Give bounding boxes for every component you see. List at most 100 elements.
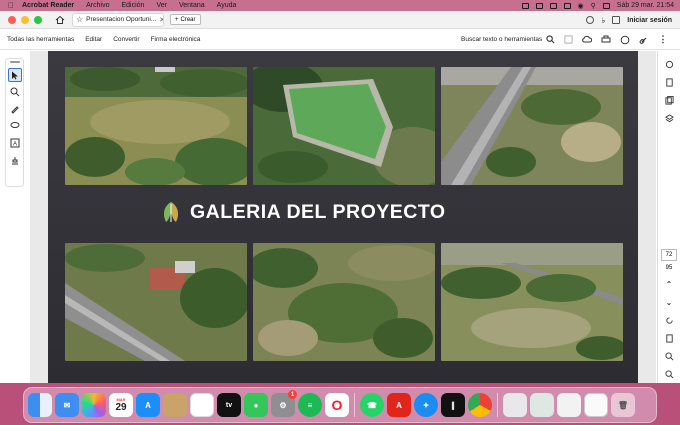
reminders-icon[interactable] (190, 393, 214, 417)
more-icon[interactable]: ⋮ (658, 34, 668, 45)
zoom-tool-icon[interactable] (8, 85, 22, 99)
rotate-icon[interactable] (664, 315, 674, 325)
mail-icon[interactable]: ✉ (55, 393, 79, 417)
calendar-icon[interactable]: MAR 29 (109, 393, 133, 417)
layers-icon[interactable] (664, 113, 674, 123)
panel-grip[interactable] (9, 61, 20, 63)
svg-text:A: A (13, 142, 17, 148)
pages-icon[interactable] (664, 95, 674, 105)
status-icon[interactable] (521, 2, 529, 9)
calendar-day: 29 (115, 402, 127, 413)
chrome-icon[interactable] (468, 393, 492, 417)
battery-icon[interactable] (563, 2, 571, 9)
page-export-icon[interactable] (664, 333, 674, 343)
tab-bar-right: ♭ Iniciar sesión (586, 11, 672, 29)
search-tools-label: Buscar texto o herramientas (461, 36, 543, 43)
home-icon[interactable] (54, 14, 66, 26)
comment-icon[interactable] (664, 59, 674, 69)
settings-icon[interactable]: ⚙ 1 (271, 390, 297, 417)
clock[interactable]: Sáb 29 mar. 21:54 (617, 2, 674, 9)
upload-cloud-icon[interactable] (582, 35, 592, 45)
recent-window-icon[interactable] (530, 393, 554, 417)
esign-button[interactable]: Firma electrónica (151, 36, 201, 43)
recent-window-icon[interactable] (584, 393, 608, 417)
menu-ver[interactable]: Ver (156, 2, 167, 9)
close-window-button[interactable] (8, 15, 16, 24)
link-icon[interactable] (639, 35, 649, 45)
recent-window-icon[interactable] (557, 393, 581, 417)
acrobat-window: ☆ Presentacion Oportuni... ✕ + Crear ♭ I… (0, 11, 680, 383)
select-tool-icon[interactable] (7, 68, 22, 82)
create-label: Crear (180, 16, 196, 23)
chevron-up-icon[interactable]: ⌃ (664, 279, 674, 289)
recent-window-icon[interactable] (503, 393, 527, 417)
search-tools[interactable]: Buscar texto o herramientas (461, 29, 555, 50)
save-icon[interactable] (563, 35, 573, 45)
window-controls (8, 15, 42, 24)
help-icon[interactable] (586, 16, 595, 24)
menu-edicion[interactable]: Edición (121, 2, 144, 9)
gallery-photo (441, 243, 623, 361)
dock-separator (354, 393, 355, 417)
gallery-photo (441, 67, 623, 185)
pen-tool-icon[interactable] (8, 102, 22, 116)
text-tool-icon[interactable]: A (8, 136, 22, 150)
close-icon[interactable]: ✕ (159, 16, 163, 24)
apple-tv-icon[interactable]: tv (217, 393, 241, 417)
finder-icon[interactable] (28, 393, 52, 417)
tab-document[interactable]: ☆ Presentacion Oportuni... ✕ (72, 12, 164, 27)
plus-icon: + (175, 16, 179, 23)
gallery-photo (65, 67, 247, 185)
print-icon[interactable] (601, 35, 611, 45)
menu-ayuda[interactable]: Ayuda (217, 2, 237, 9)
create-button[interactable]: + Crear (170, 14, 201, 25)
minimize-window-button[interactable] (21, 15, 29, 24)
apple-icon[interactable]:  (0, 1, 22, 10)
zoom-window-button[interactable] (34, 15, 42, 24)
star-icon[interactable]: ☆ (76, 15, 83, 24)
photos-icon[interactable] (82, 393, 106, 417)
acrobat-icon[interactable]: A (387, 393, 411, 417)
all-tools-button[interactable]: Todas las herramientas (7, 36, 74, 43)
toolbar: Todas las herramientas Editar Convertir … (0, 29, 680, 50)
notification-badge: 1 (288, 390, 297, 399)
opera-icon[interactable]: O (325, 393, 349, 417)
zoom-out-icon[interactable] (664, 369, 674, 379)
search-icon[interactable] (546, 35, 555, 44)
bookmark-icon[interactable] (664, 77, 674, 87)
notes-icon[interactable] (163, 393, 187, 417)
document-viewer[interactable]: GALERIA DEL PROYECTO (30, 51, 656, 383)
sign-in-button[interactable]: Iniciar sesión (627, 17, 672, 24)
toolbar-icons: ⋮ (563, 29, 668, 50)
share-icon[interactable] (620, 35, 630, 45)
whatsapp-icon[interactable]: ☎ (360, 393, 384, 417)
menu-app-name[interactable]: Acrobat Reader (22, 2, 74, 9)
lasso-tool-icon[interactable] (8, 119, 22, 133)
dock-separator (497, 393, 498, 417)
status-icon[interactable] (535, 2, 543, 9)
voice-memos-icon[interactable]: ∥ (441, 393, 465, 417)
app-store-icon[interactable]: A (136, 393, 160, 417)
chevron-down-icon[interactable]: ⌄ (664, 297, 674, 307)
edit-button[interactable]: Editar (85, 36, 102, 43)
apps-icon[interactable] (612, 16, 621, 24)
gallery-photo (253, 243, 435, 361)
bell-icon[interactable]: ♭ (601, 16, 605, 25)
search-icon[interactable]: ⚲ (591, 2, 596, 10)
menu-ventana[interactable]: Ventana (179, 2, 205, 9)
page-total: 95 (665, 265, 673, 271)
menu-archivo[interactable]: Archivo (86, 2, 109, 9)
messages-icon[interactable]: ● (244, 393, 268, 417)
stamp-tool-icon[interactable] (8, 153, 22, 167)
apple-tv-label: tv (225, 401, 233, 409)
tab-bar: ☆ Presentacion Oportuni... ✕ + Crear ♭ I… (0, 11, 680, 29)
convert-button[interactable]: Convertir (113, 36, 139, 43)
page-number-input[interactable]: 72 (661, 249, 677, 261)
trash-icon[interactable]: 🗑 (611, 393, 635, 417)
spotify-icon[interactable]: ≡ (298, 393, 322, 417)
wifi-icon[interactable]: ◉ (578, 2, 584, 10)
zoom-in-icon[interactable] (664, 351, 674, 361)
status-icon[interactable] (549, 2, 557, 9)
control-center-icon[interactable] (602, 2, 610, 9)
safari-icon[interactable]: ✦ (414, 393, 438, 417)
